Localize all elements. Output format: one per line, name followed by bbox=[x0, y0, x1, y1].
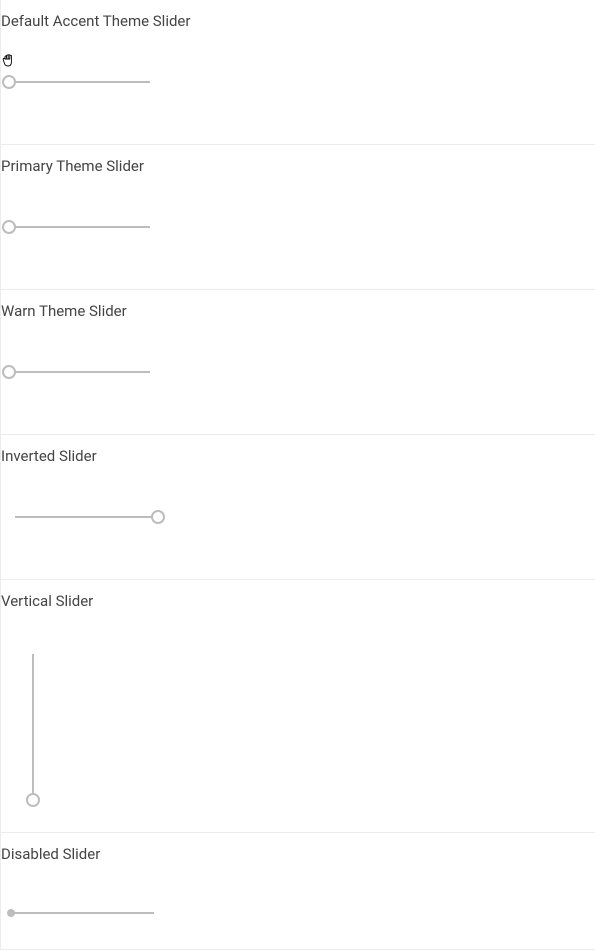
slider-thumb[interactable] bbox=[2, 365, 16, 379]
primary-theme-section: Primary Theme Slider bbox=[0, 145, 595, 290]
accent-theme-section: Default Accent Theme Slider bbox=[0, 0, 595, 145]
slider-track bbox=[32, 654, 34, 802]
vertical-title: Vertical Slider bbox=[1, 580, 595, 610]
vertical-slider[interactable] bbox=[25, 654, 41, 802]
accent-theme-slider[interactable] bbox=[5, 74, 150, 90]
slider-thumb[interactable] bbox=[2, 75, 16, 89]
slider-track bbox=[5, 371, 150, 373]
slider-thumb[interactable] bbox=[2, 220, 16, 234]
warn-theme-section: Warn Theme Slider bbox=[0, 290, 595, 435]
warn-theme-slider[interactable] bbox=[5, 364, 150, 380]
primary-theme-title: Primary Theme Slider bbox=[1, 145, 595, 175]
slider-track bbox=[5, 81, 150, 83]
warn-theme-title: Warn Theme Slider bbox=[1, 290, 595, 320]
slider-thumb[interactable] bbox=[26, 793, 40, 807]
slider-thumb[interactable] bbox=[151, 510, 165, 524]
disabled-title: Disabled Slider bbox=[1, 833, 595, 863]
inverted-section: Inverted Slider bbox=[0, 435, 595, 580]
disabled-slider bbox=[9, 907, 154, 919]
slider-track bbox=[5, 226, 150, 228]
inverted-title: Inverted Slider bbox=[1, 435, 595, 465]
slider-track bbox=[15, 516, 160, 518]
slider-track bbox=[9, 912, 154, 914]
accent-theme-title: Default Accent Theme Slider bbox=[1, 0, 595, 30]
disabled-section: Disabled Slider bbox=[0, 833, 595, 950]
inverted-slider[interactable] bbox=[15, 509, 160, 525]
primary-theme-slider[interactable] bbox=[5, 219, 150, 235]
slider-thumb bbox=[7, 909, 15, 917]
vertical-section: Vertical Slider bbox=[0, 580, 595, 833]
